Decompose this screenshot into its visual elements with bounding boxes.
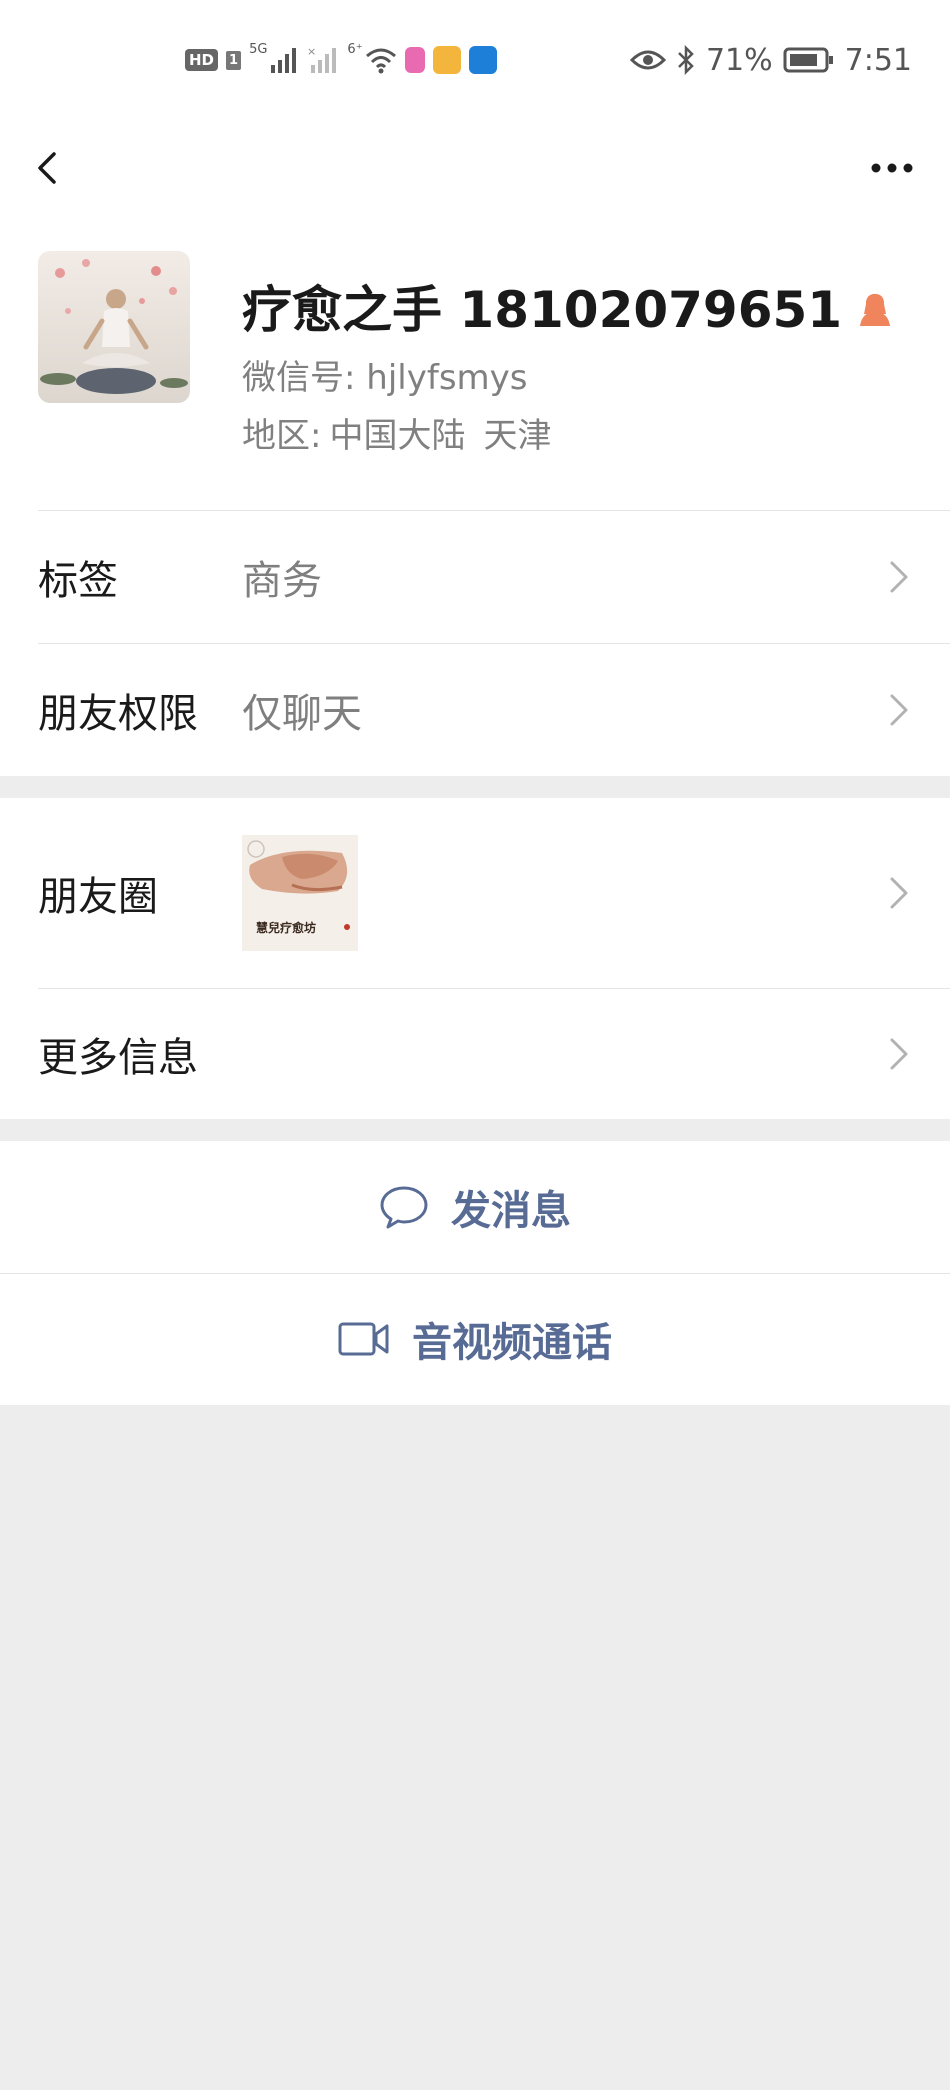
eye-icon	[629, 50, 666, 70]
signal-no-service-icon: ×	[307, 45, 337, 73]
wechat-id-value: hjlyfsmys	[366, 358, 528, 398]
notification-app-icon	[404, 47, 425, 73]
divider	[0, 1273, 950, 1274]
send-message-label: 发消息	[451, 1188, 571, 1234]
notification-weather-icon	[468, 46, 497, 74]
contact-name: 疗愈之手 18102079651	[242, 281, 843, 339]
battery-icon	[783, 47, 833, 73]
profile-header: 疗愈之手 18102079651 微信号: hjlyfsmys 地区: 中国大陆天…	[0, 220, 950, 510]
chevron-right-icon	[890, 561, 908, 592]
video-call-button[interactable]: 音视频通话	[0, 1273, 950, 1405]
friend-permission-label: 朋友权限	[38, 690, 198, 737]
svg-text:×: ×	[307, 45, 316, 58]
region-country: 中国大陆	[329, 416, 466, 456]
sim-badge: 1	[226, 50, 242, 70]
name-row: 疗愈之手 18102079651	[242, 270, 894, 342]
friend-permission-row[interactable]: 朋友权限 仅聊天	[0, 643, 950, 776]
more-options-button[interactable]	[862, 138, 922, 198]
chevron-right-icon	[890, 877, 908, 909]
hd-badge: HD	[185, 49, 219, 71]
avatar-image	[38, 251, 190, 403]
female-icon	[860, 294, 891, 326]
chevron-left-icon	[38, 152, 56, 184]
video-call-label: 音视频通话	[412, 1320, 612, 1366]
more-dots-icon	[871, 163, 913, 173]
network-5g-label: 5G	[249, 42, 268, 57]
bluetooth-icon	[678, 44, 694, 76]
divider	[38, 510, 950, 511]
send-message-button[interactable]: 发消息	[0, 1141, 950, 1273]
video-camera-icon	[338, 1322, 389, 1356]
network-6-label: 6⁺	[347, 42, 363, 57]
section-gap	[0, 1119, 950, 1141]
friend-permission-value: 仅聊天	[242, 690, 362, 737]
chevron-right-icon	[890, 1038, 908, 1069]
status-left-icons: HD 1 5G × 6⁺	[185, 42, 497, 78]
profile-card: HD 1 5G × 6⁺ 71% 7:51 疗愈之手 18102079651 微…	[0, 0, 950, 776]
back-button[interactable]	[28, 138, 88, 198]
moments-label: 朋友圈	[38, 874, 158, 920]
clock-time: 7:51	[844, 42, 912, 78]
section-gap	[0, 776, 950, 798]
divider	[38, 643, 950, 644]
moments-row[interactable]: 朋友圈 慧兒疗愈坊	[0, 798, 950, 988]
nav-bar	[0, 120, 950, 220]
chat-bubble-icon	[380, 1186, 428, 1229]
notification-app-icon	[432, 46, 461, 74]
region-label: 地区:	[242, 416, 322, 456]
more-info-label: 更多信息	[38, 1034, 198, 1081]
more-info-row[interactable]: 更多信息	[0, 988, 950, 1119]
region-city: 天津	[483, 416, 552, 456]
signal-icon	[271, 48, 297, 73]
wechat-id-label: 微信号:	[242, 358, 356, 398]
tags-row[interactable]: 标签 商务	[0, 510, 950, 643]
tags-value: 商务	[242, 557, 322, 604]
status-bar: HD 1 5G × 6⁺ 71% 7:51	[0, 0, 950, 120]
moments-thumbnail-caption: 慧兒疗愈坊	[256, 921, 317, 935]
battery-percent: 71%	[705, 42, 773, 78]
wifi-icon	[365, 48, 396, 74]
region-row: 地区: 中国大陆 天津	[242, 408, 551, 457]
tags-label: 标签	[38, 557, 118, 604]
chevron-right-icon	[890, 694, 908, 725]
moments-thumbnail: 慧兒疗愈坊	[242, 835, 358, 951]
avatar[interactable]	[38, 251, 190, 403]
divider	[38, 988, 950, 989]
wechat-id-row: 微信号: hjlyfsmys	[242, 350, 527, 399]
status-right-icons: 71% 7:51	[629, 40, 912, 80]
